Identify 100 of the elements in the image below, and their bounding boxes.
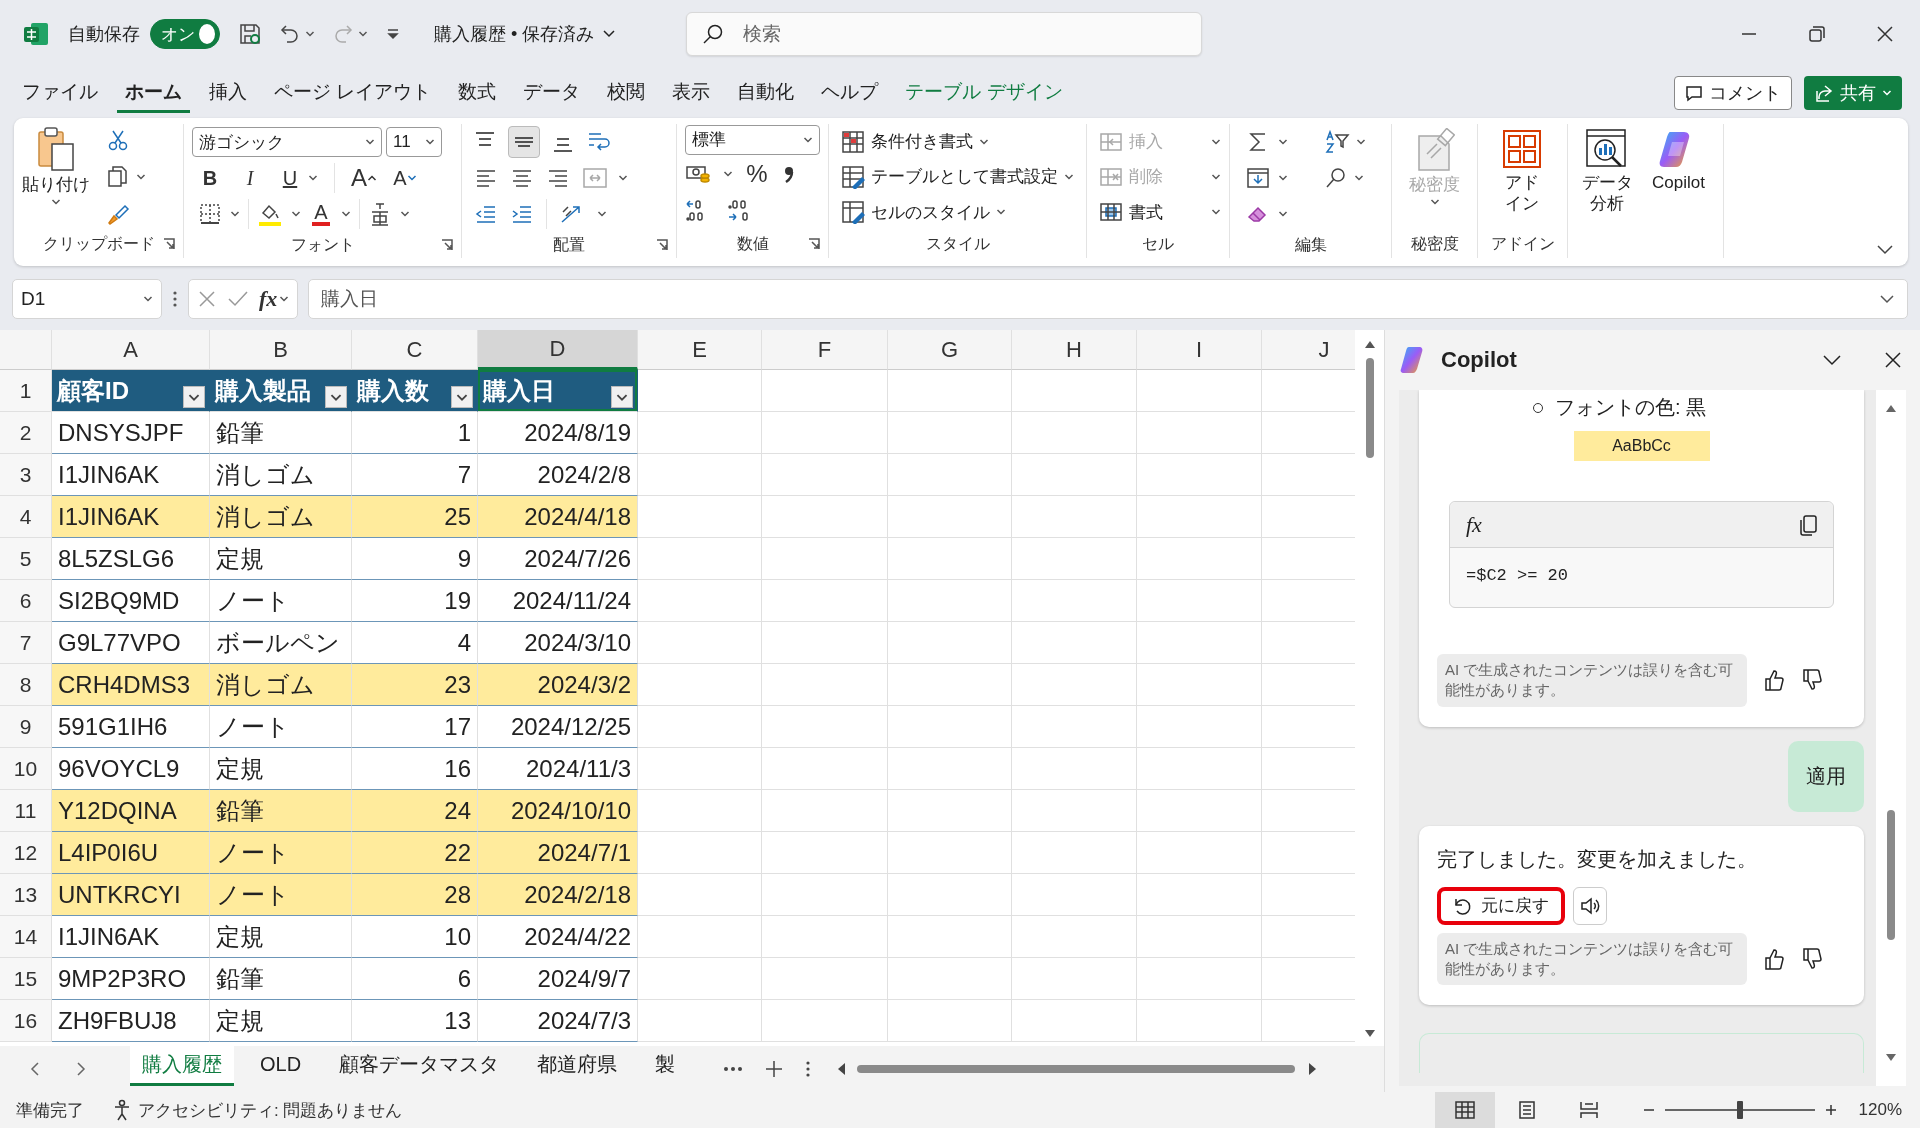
cell-styles-button[interactable]: セルのスタイル — [841, 200, 1074, 225]
more-sheets-icon[interactable] — [723, 1066, 744, 1072]
ribbon-tab[interactable]: 校閲 — [599, 73, 654, 113]
caret-icon[interactable] — [1278, 137, 1288, 147]
caret-icon[interactable] — [618, 173, 628, 183]
enter-icon[interactable] — [227, 289, 249, 309]
caret-icon[interactable] — [136, 172, 146, 182]
thumbs-down-icon[interactable] — [1801, 947, 1823, 970]
dialog-launcher-icon[interactable] — [441, 239, 453, 251]
share-button[interactable]: 共有 — [1804, 76, 1902, 110]
normal-view-icon[interactable] — [1434, 1092, 1495, 1128]
restore-icon[interactable] — [1808, 25, 1826, 43]
column-header[interactable]: H — [1012, 330, 1137, 370]
ribbon-tab[interactable]: データ — [515, 73, 589, 113]
close-icon[interactable] — [1884, 351, 1902, 369]
caret-icon[interactable] — [723, 169, 733, 179]
column-header[interactable]: F — [762, 330, 888, 370]
caret-icon[interactable] — [1356, 137, 1366, 147]
paste-button[interactable]: 貼り付け — [22, 126, 90, 230]
caret-icon[interactable] — [400, 209, 410, 219]
filter-dropdown-icon[interactable] — [183, 386, 205, 408]
thumbs-up-icon[interactable] — [1763, 669, 1785, 692]
ribbon-tab[interactable]: 挿入 — [201, 73, 255, 113]
zoom-in-icon[interactable] — [1824, 1104, 1837, 1116]
collapse-icon[interactable] — [1822, 354, 1842, 366]
caret-icon[interactable] — [305, 29, 315, 39]
ribbon-tab[interactable]: テーブル デザイン — [897, 73, 1071, 113]
font-name-dropdown[interactable]: 游ゴシック — [192, 127, 382, 157]
sheet-tab[interactable]: 顧客データマスタ — [327, 1046, 512, 1086]
dialog-launcher-icon[interactable] — [808, 238, 820, 250]
ribbon-tab[interactable]: ファイル — [14, 73, 106, 113]
fill-down-icon[interactable] — [1246, 166, 1270, 190]
underline-button[interactable]: U — [278, 166, 302, 190]
dialog-launcher-icon[interactable] — [656, 239, 668, 251]
column-header[interactable]: A — [52, 330, 210, 370]
save-icon[interactable] — [238, 22, 262, 46]
conditional-formatting-button[interactable]: 条件付き書式 — [841, 129, 1074, 154]
column-header[interactable]: G — [888, 330, 1012, 370]
sheet-tab[interactable]: 都道府県 — [525, 1046, 630, 1086]
read-aloud-button[interactable] — [1573, 886, 1607, 925]
find-icon[interactable] — [1324, 166, 1348, 190]
thumbs-up-icon[interactable] — [1763, 947, 1785, 970]
increase-font-size-button[interactable]: A — [351, 164, 377, 192]
sort-filter-icon[interactable] — [1324, 129, 1350, 155]
caret-icon[interactable] — [358, 29, 368, 39]
font-size-dropdown[interactable]: 11 — [386, 127, 442, 157]
column-header[interactable]: B — [210, 330, 352, 370]
previous-sheet-icon[interactable] — [30, 1061, 40, 1077]
vertical-align-button[interactable] — [508, 126, 540, 158]
borders-icon[interactable] — [198, 202, 222, 226]
number-format-dropdown[interactable]: 標準 — [685, 124, 820, 155]
merge-cells-icon[interactable] — [582, 166, 608, 190]
ribbon-tab[interactable]: 自動化 — [729, 73, 803, 113]
column-header[interactable]: I — [1137, 330, 1262, 370]
column-header[interactable]: E — [638, 330, 762, 370]
next-sheet-icon[interactable] — [76, 1061, 86, 1077]
insert-function-button[interactable]: fx — [259, 286, 290, 312]
format-as-table-button[interactable]: テーブルとして書式設定 — [841, 165, 1074, 189]
caret-icon[interactable] — [230, 209, 240, 219]
search-field[interactable]: 検索 — [686, 12, 1203, 56]
name-box[interactable]: D1 — [12, 279, 162, 319]
document-title[interactable]: 購入履歴 • 保存済み — [434, 22, 617, 46]
cancel-icon[interactable] — [197, 289, 217, 309]
caret-icon[interactable] — [308, 173, 318, 183]
comment-button[interactable]: コメント — [1674, 76, 1792, 110]
caret-icon[interactable] — [291, 209, 301, 219]
copy-icon[interactable] — [1799, 513, 1817, 536]
bold-button[interactable]: B — [198, 166, 222, 190]
more-options-icon[interactable] — [172, 289, 178, 309]
dialog-launcher-icon[interactable] — [163, 238, 175, 250]
ribbon-tab[interactable]: ホーム — [117, 73, 190, 113]
format-painter-icon[interactable] — [106, 202, 130, 227]
percent-button[interactable]: % — [745, 160, 769, 188]
ribbon-tab[interactable]: 数式 — [450, 73, 505, 113]
copy-icon[interactable] — [106, 165, 130, 189]
caret-icon[interactable] — [341, 209, 351, 219]
thumbs-down-icon[interactable] — [1801, 669, 1823, 692]
autosave-toggle[interactable]: オン — [150, 19, 220, 49]
filter-dropdown-icon[interactable] — [325, 386, 347, 408]
add-ins-button[interactable]: アドイン — [1486, 128, 1558, 230]
decrease-font-size-button[interactable]: A — [393, 166, 417, 190]
formula-field[interactable]: 購入日 — [308, 279, 1908, 319]
close-icon[interactable] — [1876, 25, 1894, 43]
undo-button[interactable]: 元に戻す — [1437, 886, 1565, 925]
caret-icon[interactable] — [1354, 173, 1364, 183]
filter-dropdown-icon[interactable] — [451, 386, 473, 408]
format-cells-button[interactable]: 書式 — [1099, 200, 1221, 225]
column-header[interactable]: C — [352, 330, 478, 370]
font-color-button[interactable]: A — [309, 202, 333, 226]
caret-icon[interactable] — [1278, 209, 1288, 219]
collapse-ribbon-icon[interactable] — [1876, 244, 1894, 256]
copilot-button[interactable]: Copilot — [1652, 128, 1705, 258]
add-sheet-icon[interactable] — [765, 1060, 784, 1078]
caret-icon[interactable] — [1278, 173, 1288, 183]
ribbon-tab[interactable]: 表示 — [664, 73, 719, 113]
sheet-tab[interactable]: OLD — [248, 1046, 314, 1086]
sheet-tab[interactable]: 製 — [643, 1046, 688, 1086]
column-header[interactable]: D — [478, 330, 638, 370]
more-options-icon[interactable] — [805, 1059, 812, 1079]
caret-icon[interactable] — [597, 209, 607, 219]
